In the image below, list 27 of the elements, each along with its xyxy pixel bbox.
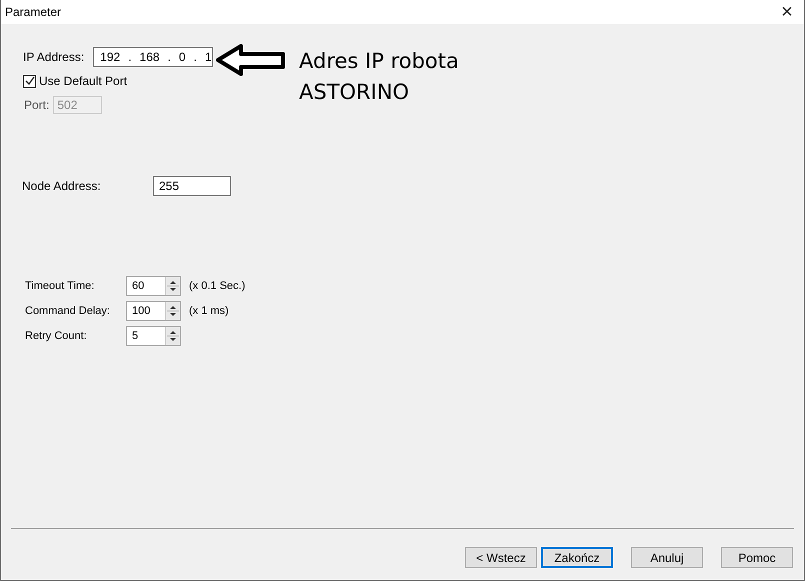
window-title: Parameter bbox=[5, 5, 62, 19]
unit-label: (x 1 ms) bbox=[189, 305, 229, 317]
annotation-text: ASTORINO bbox=[299, 79, 410, 106]
dialog-button[interactable]: Anuluj bbox=[631, 547, 703, 568]
ip-address-label: IP Address: bbox=[23, 50, 84, 64]
spinner-label: Retry Count: bbox=[25, 330, 88, 342]
spinner-label: Timeout Time: bbox=[25, 280, 96, 292]
spinner-field[interactable]: 5 bbox=[126, 326, 181, 346]
close-button[interactable]: × bbox=[770, 0, 804, 24]
spin-arrows-icon[interactable] bbox=[165, 327, 180, 345]
unit-label: (x 0.1 Sec.) bbox=[189, 280, 246, 292]
dialog-button[interactable]: < Wstecz bbox=[465, 547, 537, 568]
annotation-text: Adres IP robota bbox=[299, 48, 459, 75]
node-address-field[interactable]: 255 bbox=[153, 176, 231, 196]
spinner-field[interactable]: 60 bbox=[126, 276, 181, 296]
checkbox[interactable] bbox=[23, 74, 36, 88]
checkbox-label: Use Default Port bbox=[39, 74, 128, 88]
node-address-label: Node Address: bbox=[22, 179, 102, 193]
dialog-button[interactable]: Zakończ bbox=[541, 547, 613, 568]
left-arrow-icon bbox=[215, 43, 287, 77]
port-label: Port: bbox=[24, 98, 50, 112]
dialog-button[interactable]: Pomoc bbox=[721, 547, 793, 568]
spinner-label: Command Delay: bbox=[25, 305, 111, 317]
ip-address-field[interactable]: 192 . 168 . 0 . 1 bbox=[93, 47, 214, 67]
spin-arrows-icon[interactable] bbox=[165, 302, 180, 320]
spin-arrows-icon[interactable] bbox=[165, 277, 180, 295]
spinner-field[interactable]: 100 bbox=[126, 301, 181, 321]
